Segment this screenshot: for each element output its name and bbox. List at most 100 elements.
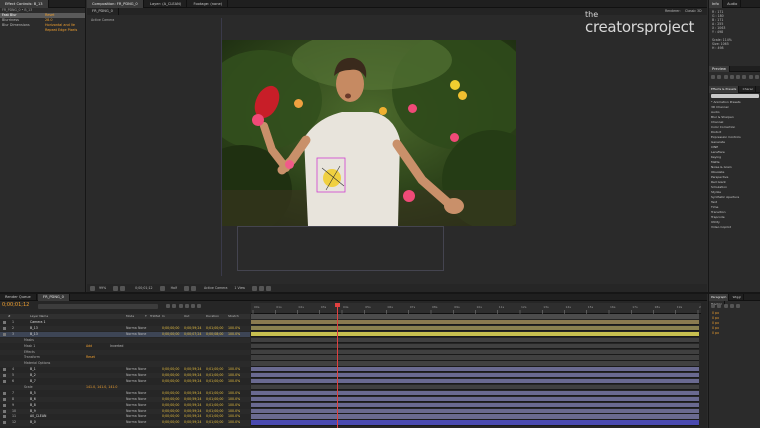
timeline-column-header[interactable]: TrkMat bbox=[150, 314, 160, 319]
layer-trkmat[interactable]: None bbox=[138, 391, 146, 396]
tab-character[interactable]: Charac bbox=[741, 86, 757, 93]
layer-in[interactable]: 0;00;00;00 bbox=[162, 379, 179, 384]
timeline-layer-row[interactable]: 1 Camera 1 bbox=[0, 320, 250, 325]
shy-icon[interactable] bbox=[172, 304, 177, 308]
layer-stretch[interactable]: 100.0% bbox=[228, 409, 240, 414]
layer-name[interactable]: Transform bbox=[24, 355, 40, 360]
layer-stretch[interactable]: 100.0% bbox=[228, 403, 240, 408]
layer-mode[interactable]: Norma bbox=[126, 403, 137, 408]
draft-3d-icon[interactable] bbox=[166, 304, 170, 308]
effects-category[interactable]: Video Copilot bbox=[711, 225, 759, 230]
timeline-search-input[interactable] bbox=[38, 304, 158, 309]
layer-duration-bar[interactable] bbox=[251, 390, 699, 397]
visibility-eye-icon[interactable] bbox=[3, 409, 6, 413]
tab-paragraph[interactable]: Paragraph bbox=[709, 294, 730, 301]
current-time-indicator-head[interactable] bbox=[335, 303, 340, 307]
layer-in[interactable]: 0;00;00;00 bbox=[162, 397, 179, 402]
tab-layer[interactable]: Layer: (A_CLEAN) bbox=[145, 0, 188, 8]
layer-in[interactable]: 0;00;00;00 bbox=[162, 367, 179, 372]
layer-mode[interactable]: Norma bbox=[126, 332, 137, 337]
visibility-eye-icon[interactable] bbox=[3, 351, 6, 354]
justify-left-icon[interactable] bbox=[729, 304, 734, 308]
tab-footage[interactable]: Footage: (none) bbox=[189, 0, 229, 8]
layer-name[interactable]: Mask 1 bbox=[24, 344, 35, 349]
visibility-eye-icon[interactable] bbox=[3, 403, 6, 407]
justify-all-icon[interactable] bbox=[736, 304, 741, 308]
layer-trkmat[interactable]: None bbox=[138, 397, 146, 402]
ram-preview-icon[interactable] bbox=[754, 75, 759, 79]
visibility-eye-icon[interactable] bbox=[3, 362, 6, 365]
layer-out[interactable]: 0;00;59;24 bbox=[184, 373, 201, 378]
layer-duration[interactable]: 0;01;00;00 bbox=[206, 373, 223, 378]
layer-trkmat[interactable]: None bbox=[138, 409, 146, 414]
layer-mode[interactable]: Norma bbox=[126, 397, 137, 402]
layer-mode[interactable]: 141.0, 141.0, 141.0 bbox=[86, 385, 117, 390]
layer-mode[interactable]: Norma bbox=[126, 379, 137, 384]
tab-wiggler[interactable]: Wiggl bbox=[731, 294, 745, 301]
layer-in[interactable]: 0;00;00;00 bbox=[162, 414, 179, 419]
visibility-eye-icon[interactable] bbox=[3, 339, 6, 342]
layer-duration[interactable]: 0;01;00;00 bbox=[206, 403, 223, 408]
camera-icon[interactable] bbox=[159, 285, 165, 291]
timeline-layer-row[interactable]: 7 B_5 Norma None 0;00;00;00 0;00;59;24 0;01;00… bbox=[0, 391, 250, 396]
visibility-eye-icon[interactable] bbox=[3, 345, 6, 348]
layer-name[interactable]: B_1 bbox=[30, 367, 36, 372]
layer-in[interactable]: 0;00;00;00 bbox=[162, 403, 179, 408]
layer-out[interactable]: 0;00;59;24 bbox=[184, 367, 201, 372]
layer-duration-bar[interactable] bbox=[251, 396, 699, 402]
layer-mode[interactable]: Norma bbox=[126, 367, 137, 372]
layer-trkmat[interactable]: None bbox=[138, 414, 146, 419]
layer-duration-bar[interactable] bbox=[251, 367, 699, 373]
tab-timeline-comp[interactable]: FR_PDNG_0 bbox=[38, 294, 70, 301]
layer-name[interactable]: B_6 bbox=[30, 397, 36, 402]
layer-mode[interactable]: Norma bbox=[126, 420, 137, 425]
play-icon[interactable] bbox=[723, 75, 728, 79]
layer-duration[interactable]: 0;00;08;00 bbox=[206, 332, 223, 337]
layer-trkmat[interactable]: None bbox=[138, 420, 146, 425]
tab-preview[interactable]: Preview bbox=[709, 66, 730, 72]
layer-duration-bar[interactable] bbox=[251, 414, 699, 420]
timeline-layer-row[interactable]: 9 B_8 Norma None 0;00;00;00 0;00;59;24 0;01;00… bbox=[0, 403, 250, 408]
visibility-eye-icon[interactable] bbox=[3, 368, 6, 372]
motion-blur-icon[interactable] bbox=[184, 304, 189, 308]
layer-mode[interactable]: Reset bbox=[86, 355, 95, 360]
layer-name[interactable]: B_8 bbox=[30, 403, 36, 408]
layer-name[interactable]: Scale bbox=[24, 385, 33, 390]
layer-out[interactable]: 0;00;59;24 bbox=[184, 391, 201, 396]
layer-name[interactable]: B_0 bbox=[30, 420, 36, 425]
layer-out[interactable]: 0;00;59;24 bbox=[184, 326, 201, 331]
transparency-grid-icon[interactable] bbox=[191, 285, 196, 291]
current-time-indicator[interactable] bbox=[337, 303, 338, 428]
timeline-layer-row[interactable]: 2 B_13 Norma None 0;00;00;00 0;00;59;24 0;01;0… bbox=[0, 325, 250, 332]
layer-mode[interactable]: Add bbox=[86, 344, 92, 349]
layer-out[interactable]: 0;00;59;24 bbox=[184, 409, 201, 414]
align-right-icon[interactable] bbox=[723, 304, 728, 308]
layer-duration-bar[interactable] bbox=[251, 349, 699, 355]
visibility-eye-icon[interactable] bbox=[3, 326, 6, 330]
always-preview-icon[interactable] bbox=[90, 285, 95, 291]
toggle-pixel-aspect-icon[interactable] bbox=[252, 285, 258, 291]
paragraph-value[interactable]: 0 px bbox=[712, 331, 757, 336]
layer-duration[interactable]: 0;01;00;00 bbox=[206, 379, 223, 384]
align-center-icon[interactable] bbox=[717, 304, 722, 308]
layer-name[interactable]: B_2 bbox=[30, 373, 36, 378]
layer-out[interactable]: 0;00;59;24 bbox=[184, 414, 201, 419]
layer-in[interactable]: 0;00;00;00 bbox=[162, 332, 179, 337]
layer-trkmat[interactable]: None bbox=[138, 373, 146, 378]
camera-select[interactable]: Active Camera bbox=[204, 286, 227, 290]
align-left-icon[interactable] bbox=[711, 304, 715, 308]
timeline-column-header[interactable]: Duration bbox=[206, 314, 219, 319]
layer-stretch[interactable]: 100.0% bbox=[228, 397, 240, 402]
fast-previews-icon[interactable] bbox=[259, 285, 265, 291]
zoom-select[interactable]: 99% bbox=[99, 286, 106, 290]
layer-duration[interactable]: 0;01;00;00 bbox=[206, 420, 223, 425]
layer-duration[interactable]: 0;01;00;00 bbox=[206, 391, 223, 396]
layer-mode[interactable]: Norma bbox=[126, 326, 137, 331]
grid-icon[interactable] bbox=[113, 285, 119, 291]
visibility-eye-icon[interactable] bbox=[3, 397, 6, 401]
timeline-layer-row[interactable]: 3 B_13 Norma None 0;00;00;00 0;00;07;24 0;00;0… bbox=[0, 331, 250, 338]
timeline-column-header[interactable]: Layer Name bbox=[30, 314, 48, 319]
layer-duration-bar[interactable] bbox=[251, 379, 699, 385]
layer-in[interactable]: 0;00;00;00 bbox=[162, 326, 179, 331]
layer-duration-bar[interactable] bbox=[251, 384, 699, 391]
